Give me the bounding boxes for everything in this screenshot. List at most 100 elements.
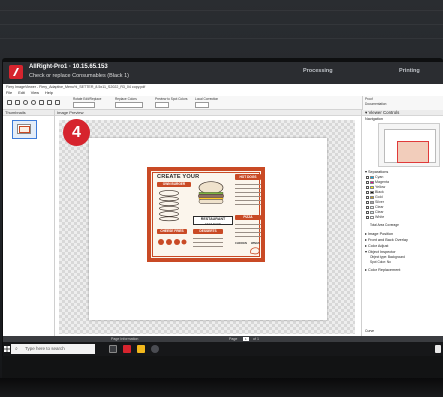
separation-row[interactable]: Yellow xyxy=(366,185,385,190)
chicken-icon xyxy=(250,247,260,255)
processing-status[interactable]: Processing xyxy=(303,68,333,74)
file-explorer-icon[interactable] xyxy=(137,345,145,353)
toolbar-group-local: Local Correction xyxy=(195,97,219,101)
rotate-control[interactable] xyxy=(73,102,95,108)
menu-line xyxy=(193,238,223,239)
separation-checkbox[interactable] xyxy=(366,185,369,189)
separation-row[interactable]: White xyxy=(366,215,384,220)
separation-label: Black xyxy=(375,190,384,194)
fiery-app-icon[interactable] xyxy=(123,345,131,353)
local-correction-control[interactable] xyxy=(195,102,209,108)
separation-row[interactable]: Magenta xyxy=(366,180,389,185)
zoom-out-icon[interactable] xyxy=(31,100,36,105)
chicken-label: CHICKEN xyxy=(235,242,247,245)
separation-row[interactable]: Silver xyxy=(366,200,384,205)
separation-row[interactable]: Cyan xyxy=(366,175,383,180)
search-icon: ⌕ xyxy=(15,346,18,352)
preview-canvas[interactable]: CREATE YOUR OWN BURGER HOT DOGS RESTAURA… xyxy=(59,120,355,334)
printing-status[interactable]: Printing xyxy=(399,68,420,74)
separation-checkbox[interactable] xyxy=(366,210,369,214)
desk-surface xyxy=(0,378,443,397)
open-icon[interactable] xyxy=(7,100,12,105)
hand-tool-icon[interactable] xyxy=(47,100,52,105)
app-icon[interactable] xyxy=(151,345,159,353)
burger-illustration xyxy=(198,181,224,204)
fit-page-icon[interactable] xyxy=(39,100,44,105)
curve-label[interactable]: Curve xyxy=(365,329,374,333)
section-label: Object Inspector xyxy=(367,250,396,254)
separation-row[interactable]: Clear xyxy=(366,210,384,215)
separation-row[interactable]: Clear xyxy=(366,205,384,210)
taskbar-search-input[interactable]: ⌕ Type here to search xyxy=(11,344,95,354)
viewer-controls-title: Viewer Controls xyxy=(368,110,400,115)
navigation-section[interactable]: Navigation xyxy=(365,117,383,121)
spot-colors-control[interactable] xyxy=(155,102,169,108)
separation-checkbox[interactable] xyxy=(366,180,369,184)
separation-swatch xyxy=(370,185,374,189)
separation-checkbox[interactable] xyxy=(366,195,369,199)
menu-line xyxy=(235,196,261,197)
separations-title: Separations xyxy=(367,170,389,174)
page-thumbnail[interactable] xyxy=(12,120,37,139)
replace-colors-control[interactable] xyxy=(115,102,143,108)
viewer-controls-panel: Proof Documentation ▾ Viewer Controls Na… xyxy=(361,96,443,336)
fast-food-label: FAST FOOD xyxy=(205,221,221,226)
zoom-in-icon[interactable] xyxy=(23,100,28,105)
separation-label: Cyan xyxy=(375,175,384,179)
image-position-section[interactable]: ▸ Image Position xyxy=(365,231,393,236)
save-icon[interactable] xyxy=(15,100,20,105)
thumbnails-header: Thumbnails xyxy=(3,110,54,116)
menu-line xyxy=(235,224,261,225)
separation-checkbox[interactable] xyxy=(366,200,369,204)
menu-view[interactable]: View xyxy=(31,91,39,95)
separation-label: Gold xyxy=(375,195,383,199)
cheese-fries-icons xyxy=(158,239,187,245)
separations-section[interactable]: ▾ Separations xyxy=(365,169,388,174)
separation-checkbox[interactable] xyxy=(366,190,369,194)
color-replacement-section[interactable]: ▸ Color Replacement xyxy=(365,267,400,272)
wall-line xyxy=(0,24,443,25)
object-inspector-section[interactable]: ▾ Object Inspector xyxy=(365,249,396,254)
cheese-fries-heading: CHEESE FRIES xyxy=(157,229,187,234)
toolbar-group-rotate: Rotate Edit/Replace xyxy=(73,97,102,101)
menu-line xyxy=(193,246,223,247)
menu-line xyxy=(235,204,261,205)
separation-row[interactable]: Black xyxy=(366,190,384,195)
page-number-input[interactable]: 1 xyxy=(243,337,249,341)
separation-row[interactable]: Gold xyxy=(366,195,383,200)
menu-help[interactable]: Help xyxy=(45,91,53,95)
separation-swatch xyxy=(370,195,374,199)
navigation-viewport[interactable] xyxy=(397,141,429,163)
menu-line xyxy=(235,188,261,189)
menu-line xyxy=(235,228,261,229)
windows-taskbar: ⌕ Type here to search xyxy=(3,342,443,356)
proof-toolbar: Proof Documentation xyxy=(362,96,443,110)
separation-checkbox[interactable] xyxy=(366,215,369,219)
menu-line xyxy=(193,242,223,243)
object-type: Object type: Background xyxy=(370,255,405,259)
menu-file[interactable]: File xyxy=(6,91,12,95)
total-area-coverage: Total Area Coverage xyxy=(370,223,399,227)
title-bar: AllRight-Pro1 · 10.15.65.153 Check or re… xyxy=(3,62,443,84)
menu-line xyxy=(235,236,261,237)
separation-swatch xyxy=(370,200,374,204)
menu-line xyxy=(235,232,261,233)
color-adjust-section[interactable]: ▸ Color Adjust xyxy=(365,243,388,248)
separation-checkbox[interactable] xyxy=(366,175,369,179)
notification-icon[interactable] xyxy=(435,345,441,353)
navigation-preview[interactable] xyxy=(378,123,440,167)
toolbar-group-replace: Replace Colors xyxy=(115,97,137,101)
section-label: Image Position xyxy=(367,232,394,236)
menu-edit[interactable]: Edit xyxy=(18,91,25,95)
separation-label: Clear xyxy=(375,205,384,209)
separation-swatch xyxy=(370,210,374,214)
separation-checkbox[interactable] xyxy=(366,205,369,209)
task-view-icon[interactable] xyxy=(109,345,117,353)
windows-start-icon[interactable] xyxy=(4,346,10,352)
section-label: Color Adjust xyxy=(367,244,389,248)
section-label: Color Replacement xyxy=(367,268,401,272)
viewer-controls-header: ▾ Viewer Controls xyxy=(362,110,443,116)
documentation-label[interactable]: Documentation xyxy=(365,102,386,106)
front-back-overlay-section[interactable]: ▸ Front and Back Overlay xyxy=(365,237,408,242)
print-icon[interactable] xyxy=(55,100,60,105)
